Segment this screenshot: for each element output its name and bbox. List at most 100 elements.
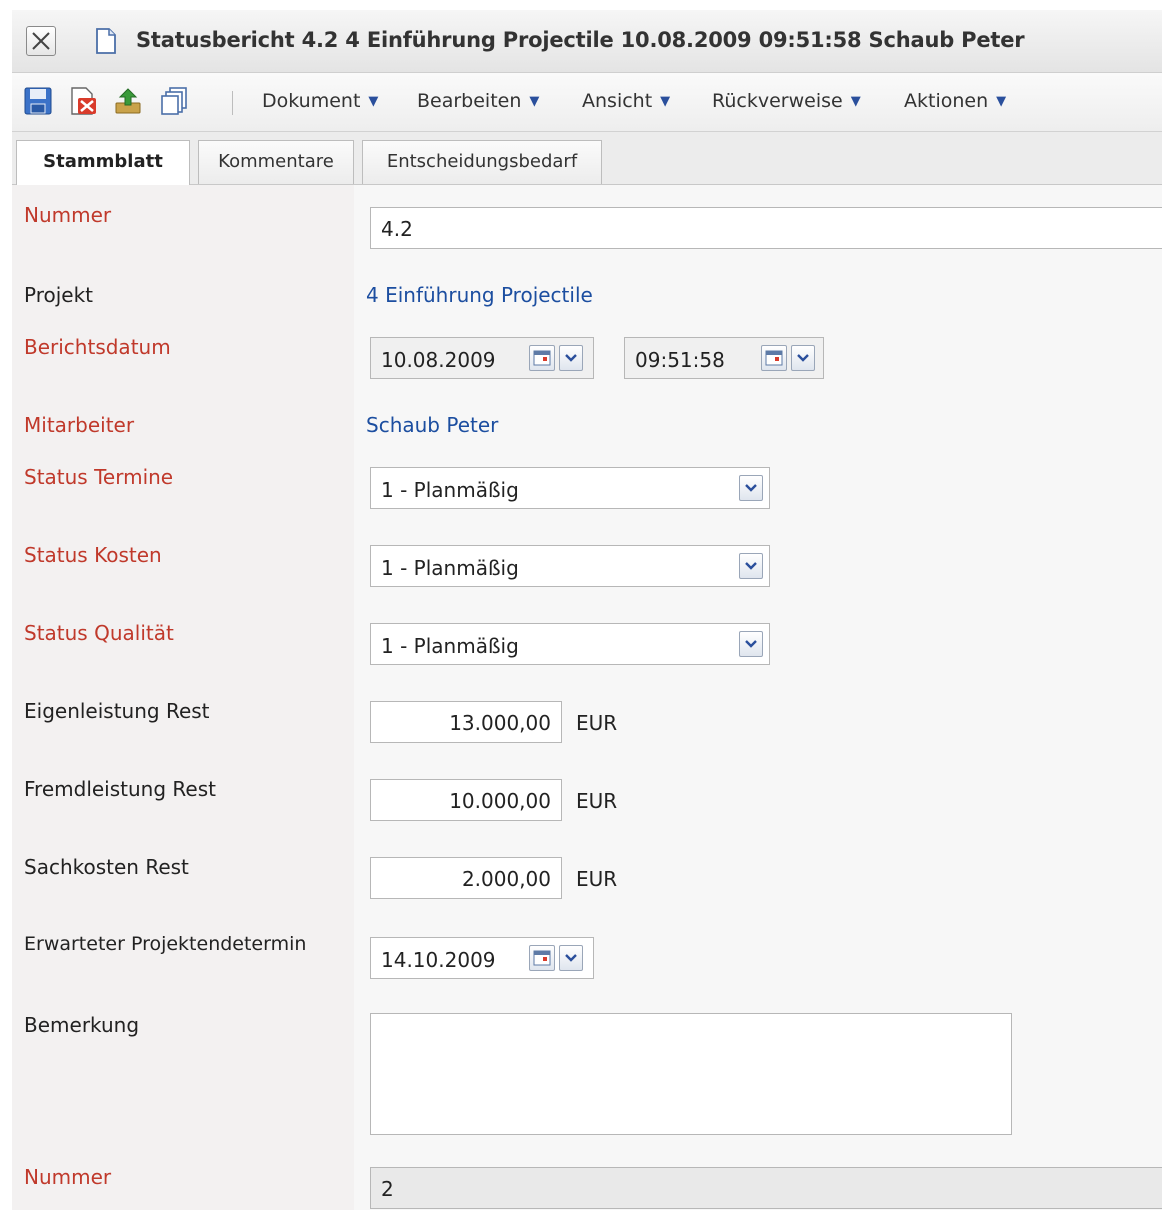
chevron-down-icon[interactable] bbox=[739, 553, 763, 579]
status-termine-value-cell: 1 - Planmäßig bbox=[354, 449, 1162, 527]
sachkosten-input[interactable]: 2.000,00 bbox=[370, 857, 562, 899]
fremdleistung-label: Fremdleistung Rest bbox=[12, 761, 354, 839]
form-row-mitarbeiter: Mitarbeiter Schaub Peter bbox=[12, 397, 1162, 450]
nummer-value-cell: 4.2 bbox=[354, 185, 1162, 267]
form-row-eigenleistung: Eigenleistung Rest 13.000,00 EUR bbox=[12, 683, 1162, 762]
berichtsdatum-value-cell: 10.08.2009 09:51:58 bbox=[354, 319, 1162, 397]
tab-entscheidungsbedarf[interactable]: Entscheidungsbedarf bbox=[362, 140, 602, 184]
close-button[interactable] bbox=[26, 26, 56, 56]
menu-bearbeiten[interactable]: Bearbeiten ▼ bbox=[417, 90, 539, 112]
menu-label: Aktionen bbox=[904, 90, 989, 112]
caret-down-icon: ▼ bbox=[529, 94, 540, 109]
menu-aktionen[interactable]: Aktionen ▼ bbox=[904, 90, 1006, 112]
menu-label: Rückverweise bbox=[712, 90, 843, 112]
status-termine-select[interactable]: 1 - Planmäßig bbox=[370, 467, 770, 509]
menu-label: Dokument bbox=[262, 90, 361, 112]
projektendetermin-label: Erwarteter Projektendetermin bbox=[12, 917, 354, 997]
close-icon bbox=[32, 32, 50, 50]
status-termine-label: Status Termine bbox=[12, 449, 354, 527]
berichtsdatum-time-picker[interactable]: 09:51:58 bbox=[624, 337, 824, 379]
fremdleistung-input[interactable]: 10.000,00 bbox=[370, 779, 562, 821]
form-row-status-qualitaet: Status Qualität 1 - Planmäßig bbox=[12, 605, 1162, 684]
form-row-bemerkung: Bemerkung bbox=[12, 997, 1162, 1150]
projektendetermin-date-picker[interactable]: 14.10.2009 bbox=[370, 937, 594, 979]
calendar-icon[interactable] bbox=[529, 945, 555, 971]
projektendetermin-value-cell: 14.10.2009 bbox=[354, 917, 1162, 997]
chevron-down-icon[interactable] bbox=[739, 475, 763, 501]
sachkosten-label: Sachkosten Rest bbox=[12, 839, 354, 917]
chevron-down-icon[interactable] bbox=[791, 345, 815, 371]
nummer-2-label: Nummer bbox=[12, 1149, 354, 1210]
fremdleistung-value-cell: 10.000,00 EUR bbox=[354, 761, 1162, 839]
time-value: 09:51:58 bbox=[635, 348, 725, 372]
eigenleistung-input[interactable]: 13.000,00 bbox=[370, 701, 562, 743]
form-row-projektendetermin: Erwarteter Projektendetermin 14.10.2009 bbox=[12, 917, 1162, 998]
form-row-berichtsdatum: Berichtsdatum 10.08.2009 09:51:58 bbox=[12, 319, 1162, 398]
bemerkung-value-cell bbox=[354, 997, 1162, 1149]
form-row-fremdleistung: Fremdleistung Rest 10.000,00 EUR bbox=[12, 761, 1162, 840]
sachkosten-value-cell: 2.000,00 EUR bbox=[354, 839, 1162, 917]
currency-unit: EUR bbox=[576, 867, 618, 891]
toolbar: Dokument ▼ Bearbeiten ▼ Ansicht ▼ Rückverwe… bbox=[12, 73, 1162, 132]
nummer-2-input: 2 bbox=[370, 1167, 1162, 1209]
menu-label: Ansicht bbox=[582, 90, 653, 112]
menu-label: Bearbeiten bbox=[417, 90, 522, 112]
toolbar-separator bbox=[232, 91, 233, 115]
form-row-projekt: Projekt 4 Einführung Projectile bbox=[12, 267, 1162, 320]
form-row-nummer: Nummer 4.2 bbox=[12, 185, 1162, 268]
form-row-nummer-2: Nummer 2 bbox=[12, 1149, 1162, 1210]
berichtsdatum-date-picker[interactable]: 10.08.2009 bbox=[370, 337, 594, 379]
nummer-label: Nummer bbox=[12, 185, 354, 267]
nummer-2-value-cell: 2 bbox=[354, 1149, 1162, 1210]
menu-dokument[interactable]: Dokument ▼ bbox=[262, 90, 378, 112]
save-icon[interactable] bbox=[22, 85, 54, 117]
window-title: Statusbericht 4.2 4 Einführung Projectil… bbox=[136, 28, 1025, 52]
form-row-sachkosten: Sachkosten Rest 2.000,00 EUR bbox=[12, 839, 1162, 918]
calendar-icon[interactable] bbox=[761, 345, 787, 371]
nummer-input[interactable]: 4.2 bbox=[370, 207, 1162, 249]
select-value: 1 - Planmäßig bbox=[381, 478, 519, 502]
chevron-down-icon[interactable] bbox=[739, 631, 763, 657]
status-kosten-value-cell: 1 - Planmäßig bbox=[354, 527, 1162, 605]
projekt-label: Projekt bbox=[12, 267, 354, 319]
status-kosten-select[interactable]: 1 - Planmäßig bbox=[370, 545, 770, 587]
menu-rueckverweise[interactable]: Rückverweise ▼ bbox=[712, 90, 861, 112]
caret-down-icon: ▼ bbox=[368, 94, 379, 109]
eigenleistung-label: Eigenleistung Rest bbox=[12, 683, 354, 761]
chevron-down-icon[interactable] bbox=[559, 345, 583, 371]
form-row-status-kosten: Status Kosten 1 - Planmäßig bbox=[12, 527, 1162, 606]
bemerkung-textarea[interactable] bbox=[370, 1013, 1012, 1135]
status-qualitaet-label: Status Qualität bbox=[12, 605, 354, 683]
status-kosten-label: Status Kosten bbox=[12, 527, 354, 605]
date-value: 14.10.2009 bbox=[381, 948, 496, 972]
berichtsdatum-label: Berichtsdatum bbox=[12, 319, 354, 397]
status-qualitaet-value-cell: 1 - Planmäßig bbox=[354, 605, 1162, 683]
date-value: 10.08.2009 bbox=[381, 348, 496, 372]
eigenleistung-value-cell: 13.000,00 EUR bbox=[354, 683, 1162, 761]
tab-stammblatt[interactable]: Stammblatt bbox=[16, 140, 190, 185]
currency-unit: EUR bbox=[576, 711, 618, 735]
status-qualitaet-select[interactable]: 1 - Planmäßig bbox=[370, 623, 770, 665]
mitarbeiter-label: Mitarbeiter bbox=[12, 397, 354, 449]
copy-icon[interactable] bbox=[158, 85, 190, 117]
bemerkung-label: Bemerkung bbox=[12, 997, 354, 1149]
calendar-icon[interactable] bbox=[529, 345, 555, 371]
select-value: 1 - Planmäßig bbox=[381, 634, 519, 658]
caret-down-icon: ▼ bbox=[850, 94, 861, 109]
tab-bar: Stammblatt Kommentare Entscheidungsbedar… bbox=[12, 132, 1162, 185]
chevron-down-icon[interactable] bbox=[559, 945, 583, 971]
window-title-bar: Statusbericht 4.2 4 Einführung Projectil… bbox=[12, 10, 1162, 73]
delete-document-icon[interactable] bbox=[66, 85, 98, 117]
currency-unit: EUR bbox=[576, 789, 618, 813]
projekt-value-cell: 4 Einführung Projectile bbox=[354, 267, 1162, 319]
menu-ansicht[interactable]: Ansicht ▼ bbox=[582, 90, 670, 112]
form-row-status-termine: Status Termine 1 - Planmäßig bbox=[12, 449, 1162, 528]
tab-kommentare[interactable]: Kommentare bbox=[198, 140, 354, 184]
upload-icon[interactable] bbox=[112, 85, 144, 117]
select-value: 1 - Planmäßig bbox=[381, 556, 519, 580]
mitarbeiter-value-cell: Schaub Peter bbox=[354, 397, 1162, 449]
projekt-link[interactable]: 4 Einführung Projectile bbox=[366, 283, 593, 307]
caret-down-icon: ▼ bbox=[996, 94, 1007, 109]
mitarbeiter-link[interactable]: Schaub Peter bbox=[366, 413, 498, 437]
document-icon bbox=[96, 28, 116, 54]
